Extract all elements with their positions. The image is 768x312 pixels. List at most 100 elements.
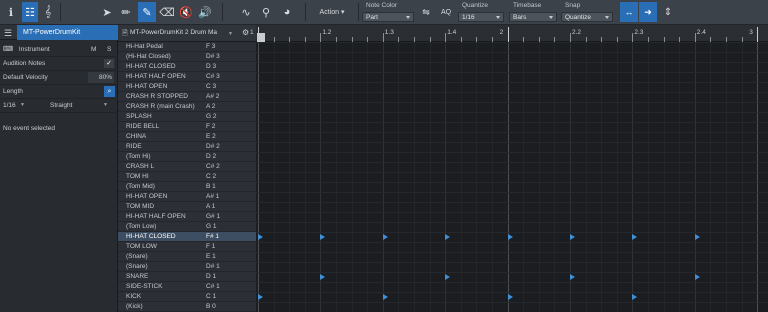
drum-note[interactable] xyxy=(382,233,388,240)
key-row[interactable]: RIDE D# 2 xyxy=(118,142,256,152)
key-row[interactable]: TOM LOW F 1 xyxy=(118,242,256,252)
info-icon[interactable]: ℹ xyxy=(3,2,19,22)
drum-note[interactable] xyxy=(570,273,575,280)
key-row[interactable]: (Tom Hi) D 2 xyxy=(118,152,256,162)
drum-note[interactable] xyxy=(320,233,326,240)
snap-grid-icon[interactable]: ↔ xyxy=(620,2,638,22)
timebase-select[interactable]: Bars xyxy=(509,12,557,22)
paint-tool-icon[interactable]: ✎ xyxy=(138,2,156,22)
key-pitch: B 0 xyxy=(206,303,216,310)
drum-note[interactable] xyxy=(258,233,263,240)
straight-select[interactable]: Straight xyxy=(50,99,72,112)
key-row[interactable]: SNARE D 1 xyxy=(118,272,256,282)
velocity-field[interactable]: 80% xyxy=(88,72,114,83)
key-row[interactable]: (Snare) D# 1 xyxy=(118,262,256,272)
drum-map-title[interactable]: MT-PowerDrumKit 2 Drum Ma xyxy=(130,29,217,36)
grid-row-line xyxy=(256,122,768,123)
expand-icon[interactable]: ⇕ xyxy=(660,2,676,22)
length-link-icon[interactable]: ⌕ xyxy=(104,86,115,97)
grid-row-line xyxy=(256,72,768,73)
ruler-subtick xyxy=(398,37,400,42)
ruler-tick xyxy=(570,33,571,42)
key-row[interactable]: SIDE-STICK C# 1 xyxy=(118,282,256,292)
grid-row-line xyxy=(256,282,768,283)
key-row[interactable]: Hi-Hat Pedal F 3 xyxy=(118,42,256,52)
track-name[interactable]: MT-PowerDrumKit xyxy=(17,25,118,40)
velocity-label: Default Velocity xyxy=(3,74,48,81)
instrument-label: Instrument xyxy=(18,46,50,53)
chevron-down-icon: ▼ xyxy=(20,102,25,108)
key-row[interactable]: HI-HAT OPEN C 3 xyxy=(118,82,256,92)
editor-view-icon[interactable]: ☷ xyxy=(22,2,38,22)
key-row[interactable]: CRASH R STOPPED A# 2 xyxy=(118,92,256,102)
chevron-down-icon: ▼ xyxy=(103,102,108,108)
drum-note[interactable] xyxy=(507,293,513,300)
key-pitch: D 1 xyxy=(206,273,217,280)
note-grid[interactable] xyxy=(256,25,768,312)
key-name: TOM MID xyxy=(126,203,155,210)
key-row[interactable]: (Hi-Hat Closed) D# 3 xyxy=(118,52,256,62)
timeline-ruler[interactable]: 1 1.2 1.3 1.4 2 2.2 2.3 2.4 3 xyxy=(250,25,768,42)
separator xyxy=(222,3,223,21)
note-color-select[interactable]: Part xyxy=(362,12,414,22)
key-name: (Snare) xyxy=(126,263,148,270)
follow-icon[interactable]: ➜ xyxy=(639,2,657,22)
inspector-panel: ☰ MT-PowerDrumKit ⌨ Instrument M S Audit… xyxy=(0,25,118,312)
key-row[interactable]: (Kick) B 0 xyxy=(118,302,256,312)
score-view-icon[interactable]: 𝄞 xyxy=(40,2,56,22)
mute-tool-icon[interactable]: 🔇 xyxy=(178,2,194,22)
key-pitch: A 1 xyxy=(206,203,216,210)
key-row[interactable]: KICK C 1 xyxy=(118,292,256,302)
aq-button[interactable]: AQ xyxy=(437,2,455,22)
drum-note[interactable] xyxy=(507,233,513,240)
key-name: TOM HI xyxy=(126,173,149,180)
drum-note[interactable] xyxy=(445,273,451,280)
key-row[interactable]: HI-HAT CLOSED D 3 xyxy=(118,62,256,72)
menu-icon[interactable]: ☰ xyxy=(4,28,12,39)
quantize-icon[interactable]: ⇋ xyxy=(419,2,433,22)
drum-note[interactable] xyxy=(694,273,700,280)
pencil-tool-icon[interactable]: ✏ xyxy=(118,2,134,22)
drum-note[interactable] xyxy=(382,293,388,300)
length-select[interactable]: 1/16 xyxy=(3,102,16,109)
key-row[interactable]: (Snare) E 1 xyxy=(118,252,256,262)
key-row[interactable]: HI-HAT CLOSED F# 1 xyxy=(118,232,256,242)
track-header: ☰ MT-PowerDrumKit xyxy=(0,25,118,40)
automation-icon[interactable]: ◕ xyxy=(278,2,296,22)
key-row[interactable]: (Tom Low) G 1 xyxy=(118,222,256,232)
zoom-icon[interactable]: ⚲ xyxy=(259,2,273,22)
quantize-select[interactable]: 1/16 xyxy=(458,12,504,22)
key-row[interactable]: CHINA E 2 xyxy=(118,132,256,142)
mute-button[interactable]: M xyxy=(91,43,96,56)
drum-note[interactable] xyxy=(632,233,638,240)
drum-note[interactable] xyxy=(694,233,700,240)
drum-note[interactable] xyxy=(632,293,638,300)
key-row[interactable]: HI-HAT OPEN A# 1 xyxy=(118,192,256,202)
key-row[interactable]: SPLASH G 2 xyxy=(118,112,256,122)
playhead-marker[interactable] xyxy=(257,33,265,42)
listen-tool-icon[interactable]: 🔊 xyxy=(197,2,213,22)
arrow-tool-icon[interactable]: ➤ xyxy=(100,2,114,22)
key-row[interactable]: HI-HAT HALF OPEN G# 1 xyxy=(118,212,256,222)
key-row[interactable]: TOM MID A 1 xyxy=(118,202,256,212)
key-row[interactable]: CRASH L C# 2 xyxy=(118,162,256,172)
audition-checkbox[interactable]: ✓ xyxy=(104,59,114,68)
key-row[interactable]: TOM HI C 2 xyxy=(118,172,256,182)
action-menu[interactable]: Action ▾ xyxy=(312,2,352,22)
ruler-subtick xyxy=(273,37,275,42)
key-pitch: E 1 xyxy=(206,253,216,260)
eraser-tool-icon[interactable]: ⌫ xyxy=(159,2,175,22)
key-row[interactable]: RIDE BELL F 2 xyxy=(118,122,256,132)
ruler-subtick xyxy=(741,37,743,42)
drum-note[interactable] xyxy=(570,233,575,240)
drum-note[interactable] xyxy=(320,273,326,280)
key-row[interactable]: (Tom Mid) B 1 xyxy=(118,182,256,192)
snap-select[interactable]: Quantize xyxy=(561,12,613,22)
drum-note[interactable] xyxy=(258,293,263,300)
key-row[interactable]: HI-HAT HALF OPEN C# 3 xyxy=(118,72,256,82)
bend-tool-icon[interactable]: ∿ xyxy=(236,2,256,22)
key-row[interactable]: CRASH R (main Crash) A 2 xyxy=(118,102,256,112)
drum-note[interactable] xyxy=(445,233,451,240)
solo-button[interactable]: S xyxy=(107,43,111,56)
wrench-icon[interactable]: ⚙ xyxy=(242,28,249,37)
